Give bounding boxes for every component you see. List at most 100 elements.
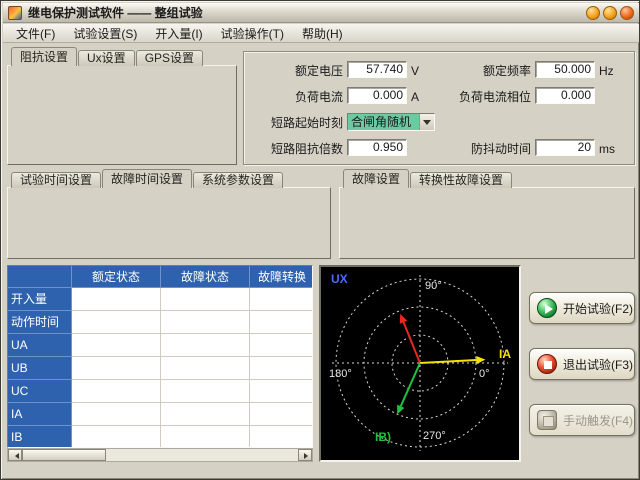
tab-gps-settings[interactable]: GPS设置 (136, 50, 203, 66)
table-row: 开入量 (8, 288, 312, 311)
table-row: UA (8, 334, 312, 357)
table-cell (72, 403, 161, 426)
table-cell (72, 357, 161, 380)
table-cell (72, 426, 161, 448)
start-test-label: 开始试验(F2) (563, 300, 633, 317)
tab-fault-settings[interactable]: 故障设置 (343, 169, 409, 188)
table-cell (161, 288, 250, 311)
fault-panel (339, 187, 635, 259)
table-row: IA (8, 403, 312, 426)
time-panel (7, 187, 331, 259)
tab-ux-settings[interactable]: Ux设置 (78, 50, 135, 66)
table-cell (161, 426, 250, 448)
tab-impedance-settings[interactable]: 阻抗设置 (11, 47, 77, 66)
time-tabs: 试验时间设置 故障时间设置 系统参数设置 (11, 169, 284, 188)
start-test-button[interactable]: 开始试验(F2) (529, 292, 635, 324)
debounce-input[interactable]: 20 (535, 139, 595, 156)
table-cell (250, 288, 313, 311)
maximize-button[interactable] (603, 6, 617, 20)
rated-voltage-label: 额定电压 (247, 63, 343, 80)
load-phase-label: 负荷电流相位 (431, 89, 531, 106)
tab-fault-time-settings[interactable]: 故障时间设置 (102, 169, 192, 188)
table-cell (250, 426, 313, 448)
debounce-label: 防抖动时间 (431, 141, 531, 158)
fault-tabs: 故障设置 转换性故障设置 (343, 169, 513, 188)
tab-test-time-settings[interactable]: 试验时间设置 (11, 172, 101, 188)
scroll-left-icon[interactable] (8, 449, 22, 461)
polar-label-180: 180° (329, 368, 352, 380)
short-start-label: 短路起始时刻 (247, 115, 343, 132)
menu-help[interactable]: 帮助(H) (293, 23, 352, 44)
short-start-combobox[interactable]: 合闸角随机 (347, 113, 435, 131)
row-label: 开入量 (8, 288, 72, 311)
table-row: IB (8, 426, 312, 448)
table-cell (250, 357, 313, 380)
impedance-panel (7, 65, 237, 165)
load-phase-input[interactable]: 0.000 (535, 87, 595, 104)
close-button[interactable] (620, 6, 634, 20)
table-cell (161, 311, 250, 334)
exit-test-label: 退出试验(F3) (563, 356, 633, 373)
vector-arrowhead-IA (476, 356, 485, 364)
polar-label-0: 0° (479, 368, 490, 380)
rated-voltage-unit: V (411, 63, 419, 80)
column-fault-state: 故障状态 (161, 266, 250, 288)
debounce-unit: ms (599, 141, 615, 158)
impedance-ratio-input[interactable]: 0.950 (347, 139, 407, 156)
row-label: UB (8, 357, 72, 380)
table-cell (250, 380, 313, 403)
vector-IB (401, 363, 420, 406)
table-cell (161, 334, 250, 357)
table-cell (72, 311, 161, 334)
table-cell (250, 311, 313, 334)
table-row: UB (8, 357, 312, 380)
table-cell (161, 403, 250, 426)
polar-label-270: 270° (423, 430, 446, 442)
column-fault-switch: 故障转换 (250, 266, 313, 288)
scrollbar-track[interactable] (106, 449, 298, 461)
rated-frequency-label: 额定频率 (431, 63, 531, 80)
table-corner-cell (8, 266, 72, 288)
table-cell (250, 334, 313, 357)
short-start-value: 合闸角随机 (348, 114, 419, 130)
tab-system-param-settings[interactable]: 系统参数设置 (193, 172, 283, 188)
tab-conversion-fault-settings[interactable]: 转换性故障设置 (410, 172, 512, 188)
impedance-ratio-label: 短路阻抗倍数 (247, 141, 343, 158)
result-table: 额定状态 故障状态 故障转换 开入量 动作时间 UA UB (7, 265, 313, 448)
scroll-right-icon[interactable] (298, 449, 312, 461)
menu-test-operation[interactable]: 试验操作(T) (212, 23, 293, 44)
manual-trigger-button[interactable]: 手动触发(F4) (529, 404, 635, 436)
polar-label-ia: IA (499, 347, 511, 361)
menu-file[interactable]: 文件(F) (7, 23, 64, 44)
menu-test-settings[interactable]: 试验设置(S) (64, 23, 146, 44)
minimize-button[interactable] (586, 6, 600, 20)
polar-label-ux: UX (331, 272, 348, 286)
manual-trigger-label: 手动触发(F4) (563, 412, 633, 429)
rated-frequency-input[interactable]: 50.000 (535, 61, 595, 78)
app-window: 继电保护测试软件 —— 整组试验 文件(F) 试验设置(S) 开入量(I) 试验… (0, 0, 640, 480)
table-horizontal-scrollbar[interactable] (7, 448, 313, 462)
vector-diagram-svg: UX 90° 180° 0° IA 270° IB) (321, 267, 519, 460)
polar-label-ib: IB) (375, 430, 391, 444)
load-current-input[interactable]: 0.000 (347, 87, 407, 104)
menu-binary-input[interactable]: 开入量(I) (146, 23, 211, 44)
column-rated-state: 额定状态 (72, 266, 161, 288)
impedance-tabs: 阻抗设置 Ux设置 GPS设置 (11, 47, 204, 66)
polar-label-90: 90° (425, 280, 442, 292)
table-cell (72, 380, 161, 403)
load-current-unit: A (411, 89, 419, 106)
play-icon (537, 298, 557, 318)
exit-test-button[interactable]: 退出试验(F3) (529, 348, 635, 380)
chevron-down-icon[interactable] (419, 114, 434, 130)
titlebar: 继电保护测试软件 —— 整组试验 (3, 3, 639, 23)
stop-icon (537, 354, 557, 374)
table-row: UC (8, 380, 312, 403)
rated-frequency-unit: Hz (599, 63, 614, 80)
table-cell (72, 334, 161, 357)
manual-trigger-icon (537, 410, 557, 430)
row-label: 动作时间 (8, 311, 72, 334)
rated-voltage-input[interactable]: 57.740 (347, 61, 407, 78)
window-controls (586, 6, 634, 20)
scrollbar-thumb[interactable] (22, 449, 106, 461)
row-label: UA (8, 334, 72, 357)
